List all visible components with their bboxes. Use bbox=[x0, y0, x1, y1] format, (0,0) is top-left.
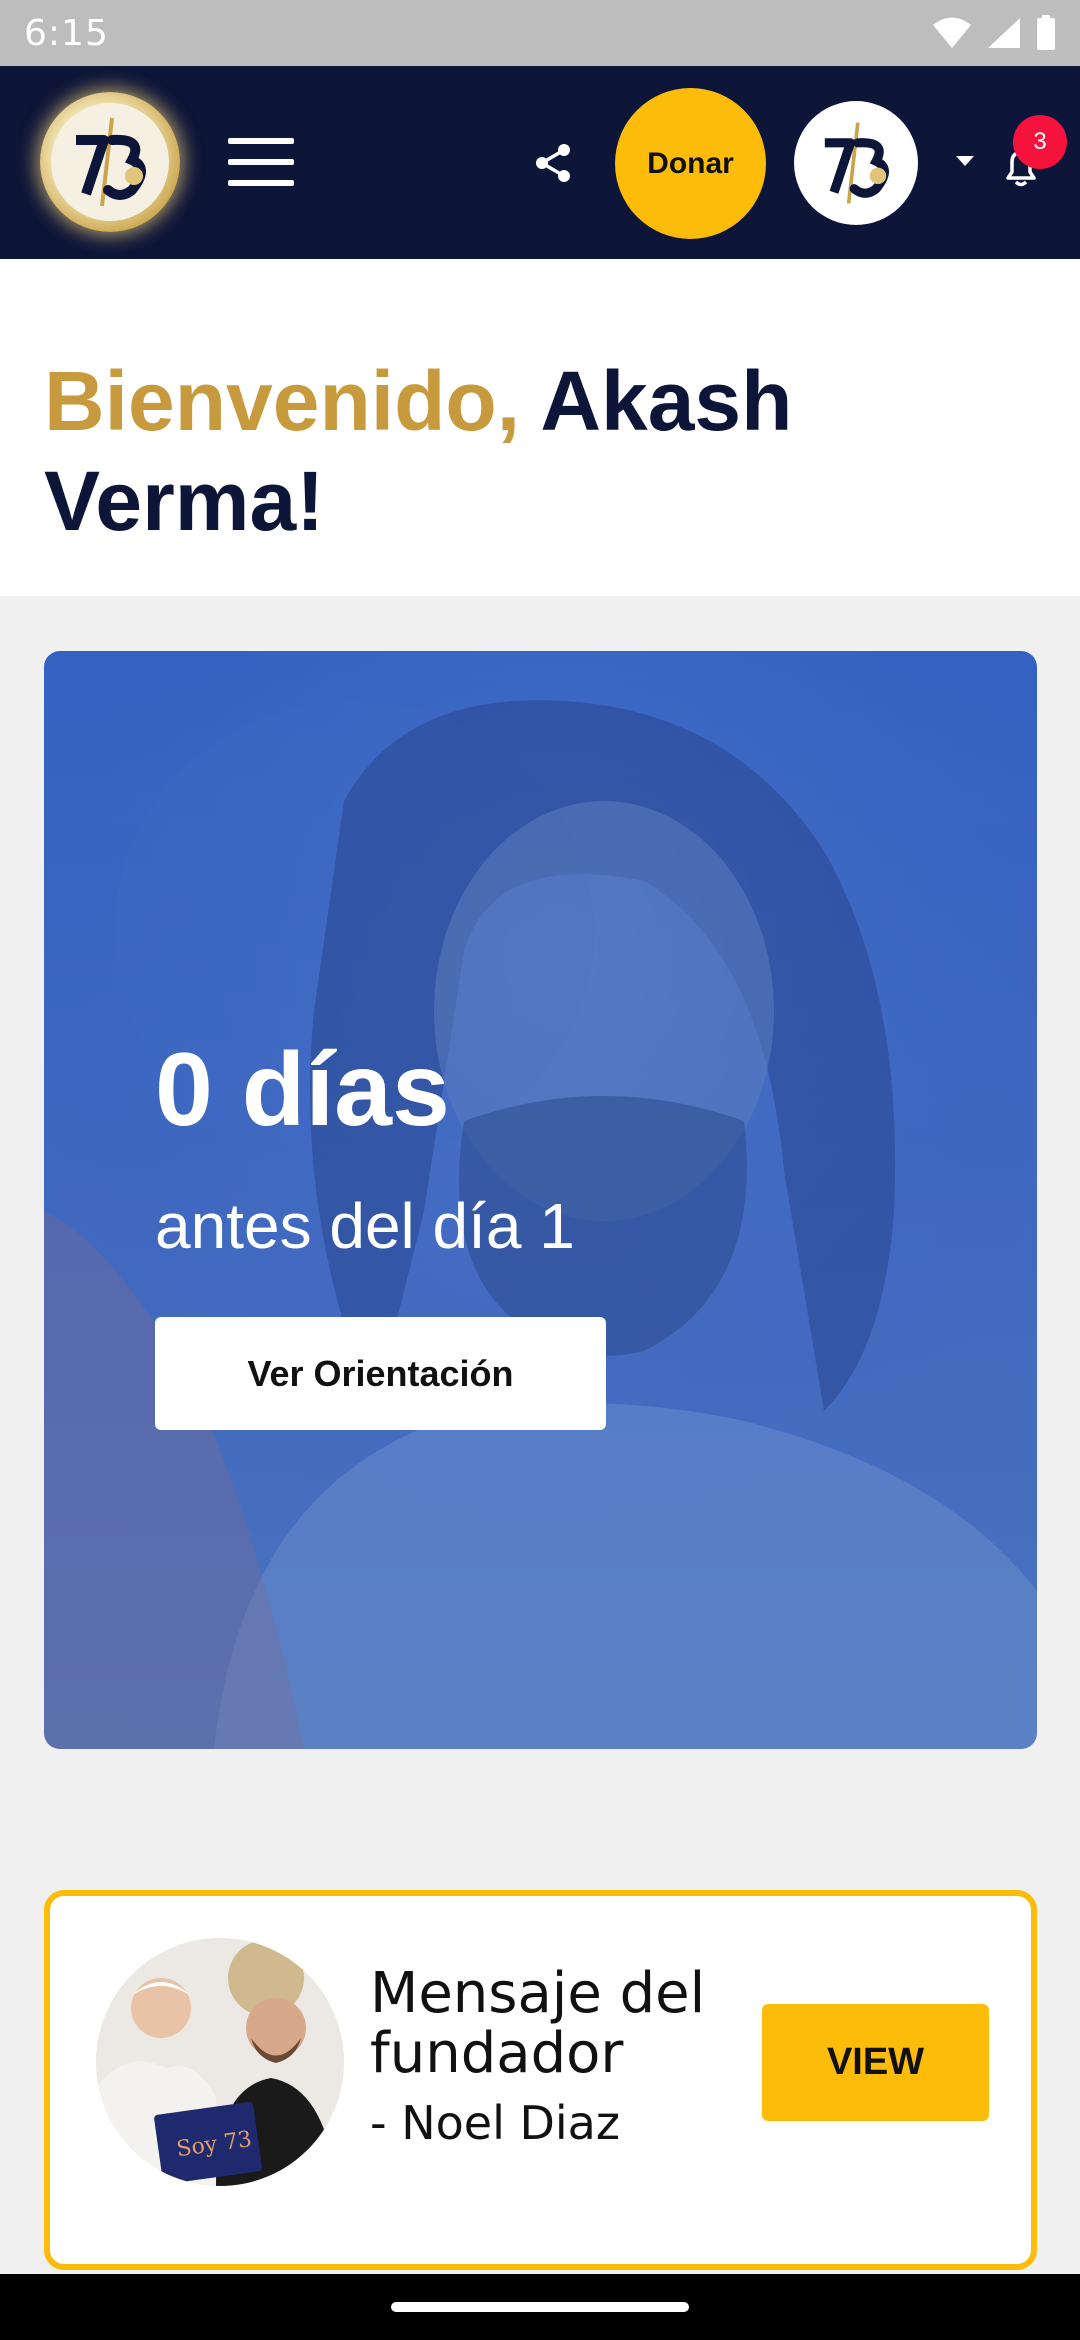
welcome-greeting: Bienvenido, bbox=[44, 354, 521, 448]
system-nav-bar bbox=[0, 2274, 1080, 2340]
donate-button[interactable]: Donar bbox=[615, 88, 766, 239]
battery-icon bbox=[1037, 15, 1055, 50]
home-indicator[interactable] bbox=[391, 2302, 689, 2312]
view-button[interactable]: VIEW bbox=[762, 2004, 989, 2121]
app-header: Donar 3 bbox=[0, 66, 1080, 259]
seventy-three-avatar-icon[interactable] bbox=[794, 101, 918, 225]
founder-author: - Noel Diaz bbox=[370, 2096, 621, 2150]
founder-photo-art: Soy 73 bbox=[96, 1938, 344, 2186]
founder-message-title: Mensaje del fundador bbox=[370, 1961, 706, 2086]
notification-badge: 3 bbox=[1013, 115, 1067, 169]
menu-line bbox=[228, 138, 294, 144]
status-bar: 6:15 bbox=[0, 0, 1080, 66]
hamburger-menu-icon[interactable] bbox=[228, 138, 294, 186]
avatar-73-glyph bbox=[824, 122, 889, 204]
status-time: 6:15 bbox=[24, 12, 109, 54]
logo-emblem bbox=[51, 103, 169, 221]
logo-73-glyph bbox=[76, 117, 146, 207]
days-count: 0 días bbox=[155, 1032, 450, 1148]
wifi-icon bbox=[933, 17, 971, 48]
founder-photo: Soy 73 bbox=[96, 1938, 344, 2186]
welcome-heading: Bienvenido, Akash Verma! bbox=[44, 351, 944, 551]
signal-icon bbox=[988, 18, 1020, 48]
menu-line bbox=[228, 159, 294, 165]
menu-line bbox=[228, 180, 294, 186]
share-icon[interactable] bbox=[532, 142, 574, 184]
days-subtitle: antes del día 1 bbox=[155, 1190, 575, 1262]
view-orientation-button[interactable]: Ver Orientación bbox=[155, 1317, 606, 1430]
status-icons bbox=[932, 15, 1056, 51]
welcome-section: Bienvenido, Akash Verma! bbox=[0, 259, 1080, 596]
founder-message-card[interactable]: Soy 73 Mensaje del fundador - Noel Diaz … bbox=[44, 1890, 1037, 2270]
seventy-three-logo-icon[interactable] bbox=[40, 92, 180, 232]
chevron-down-icon[interactable] bbox=[956, 156, 974, 166]
countdown-card: 0 días antes del día 1 Ver Orientación bbox=[44, 651, 1037, 1749]
